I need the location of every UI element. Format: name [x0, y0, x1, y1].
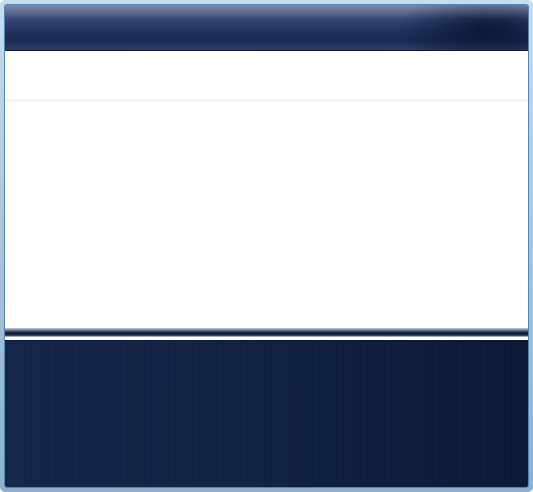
main-content-area — [5, 102, 528, 328]
window-frame — [0, 0, 533, 492]
section-divider — [5, 328, 528, 340]
toolbar-area — [5, 51, 528, 102]
window — [4, 4, 529, 488]
title-bar[interactable] — [5, 5, 528, 51]
footer-panel — [5, 340, 528, 487]
